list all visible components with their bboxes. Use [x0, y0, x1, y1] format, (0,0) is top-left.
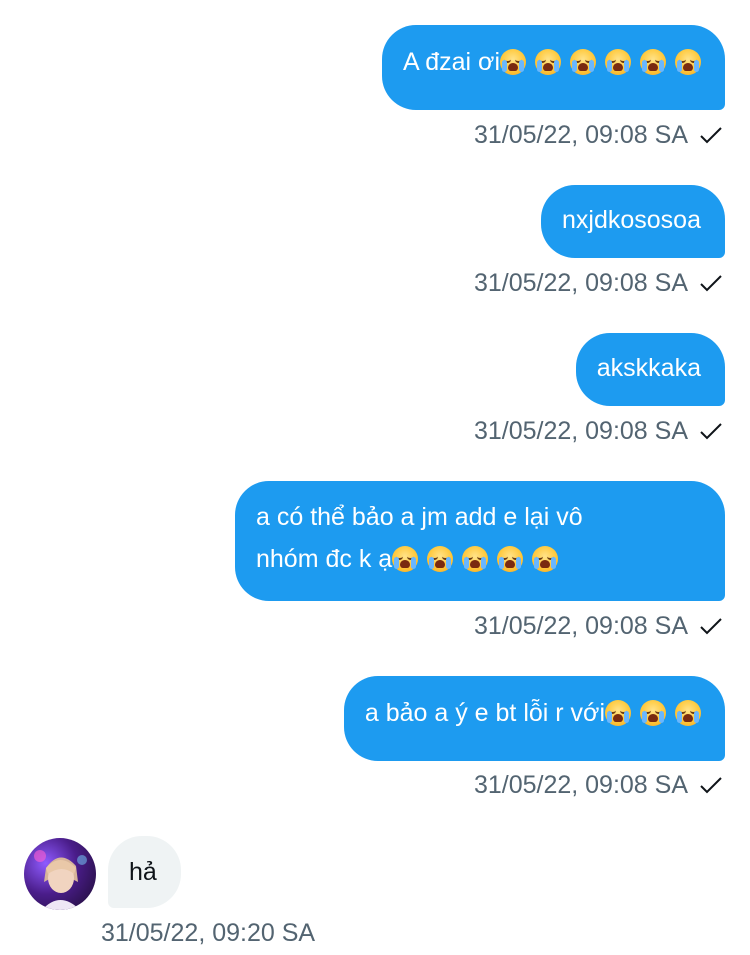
- sent-check-icon: [700, 423, 722, 440]
- message-text: nhóm đc k ạ: [256, 545, 393, 573]
- crying-face-icon: [675, 700, 701, 726]
- sent-check-icon: [700, 275, 722, 292]
- message-meta: 31/05/22, 09:08 SA: [474, 611, 723, 641]
- crying-face-icon: [570, 49, 596, 75]
- message-text-line: a có thể bảo a jm add e lại vô: [256, 503, 583, 531]
- message-timestamp: 31/05/22, 09:08 SA: [473, 612, 688, 640]
- crying-face-icon: [675, 49, 701, 75]
- message-meta: 31/05/22, 09:08 SA: [474, 120, 723, 150]
- message-text: a bảo a ý e bt lỗi r với: [364, 699, 605, 727]
- message-timestamp: 31/05/22, 09:08 SA: [473, 121, 688, 149]
- message-text: A đzai ơi: [403, 48, 500, 76]
- outgoing-message[interactable]: a có thể bảo a jm add e lại vô nhóm đc k…: [235, 481, 725, 601]
- emoji-group: [500, 48, 701, 76]
- message-timestamp: 31/05/22, 09:08 SA: [473, 771, 688, 799]
- emoji-group: [605, 699, 701, 727]
- message-timestamp: 31/05/22, 09:08 SA: [473, 417, 688, 445]
- crying-face-icon: [500, 49, 526, 75]
- outgoing-message[interactable]: nxjdkososoa: [541, 185, 725, 258]
- outgoing-message[interactable]: A đzai ơi: [382, 25, 725, 110]
- message-text: akskkaka: [596, 354, 701, 382]
- emoji-group: [392, 545, 559, 573]
- sent-check-icon: [700, 777, 722, 794]
- crying-face-icon: [605, 49, 631, 75]
- sent-check-icon: [700, 127, 722, 144]
- outgoing-message[interactable]: a bảo a ý e bt lỗi r với: [343, 676, 725, 761]
- message-meta: 31/05/22, 09:08 SA: [474, 268, 723, 298]
- message-text-line-2: nhóm đc k ạ: [256, 538, 701, 580]
- crying-face-icon: [640, 49, 666, 75]
- incoming-message[interactable]: hả: [108, 836, 181, 908]
- message-text: hả: [129, 858, 157, 886]
- message-timestamp: 31/05/22, 09:20 SA: [101, 919, 316, 947]
- crying-face-icon: [497, 546, 524, 572]
- message-meta: 31/05/22, 09:08 SA: [474, 770, 723, 800]
- crying-face-icon: [605, 700, 631, 726]
- outgoing-message[interactable]: akskkaka: [575, 333, 725, 406]
- avatar[interactable]: [24, 838, 96, 910]
- crying-face-icon: [427, 546, 454, 572]
- crying-face-icon: [535, 49, 561, 75]
- crying-face-icon: [640, 700, 666, 726]
- sent-check-icon: [700, 618, 722, 635]
- crying-face-icon: [532, 546, 559, 572]
- crying-face-icon: [462, 546, 489, 572]
- message-meta: 31/05/22, 09:08 SA: [474, 416, 723, 446]
- avatar-photo-icon: [34, 850, 87, 910]
- crying-face-icon: [392, 546, 419, 572]
- message-text: nxjdkososoa: [562, 206, 701, 234]
- message-timestamp: 31/05/22, 09:08 SA: [473, 269, 688, 297]
